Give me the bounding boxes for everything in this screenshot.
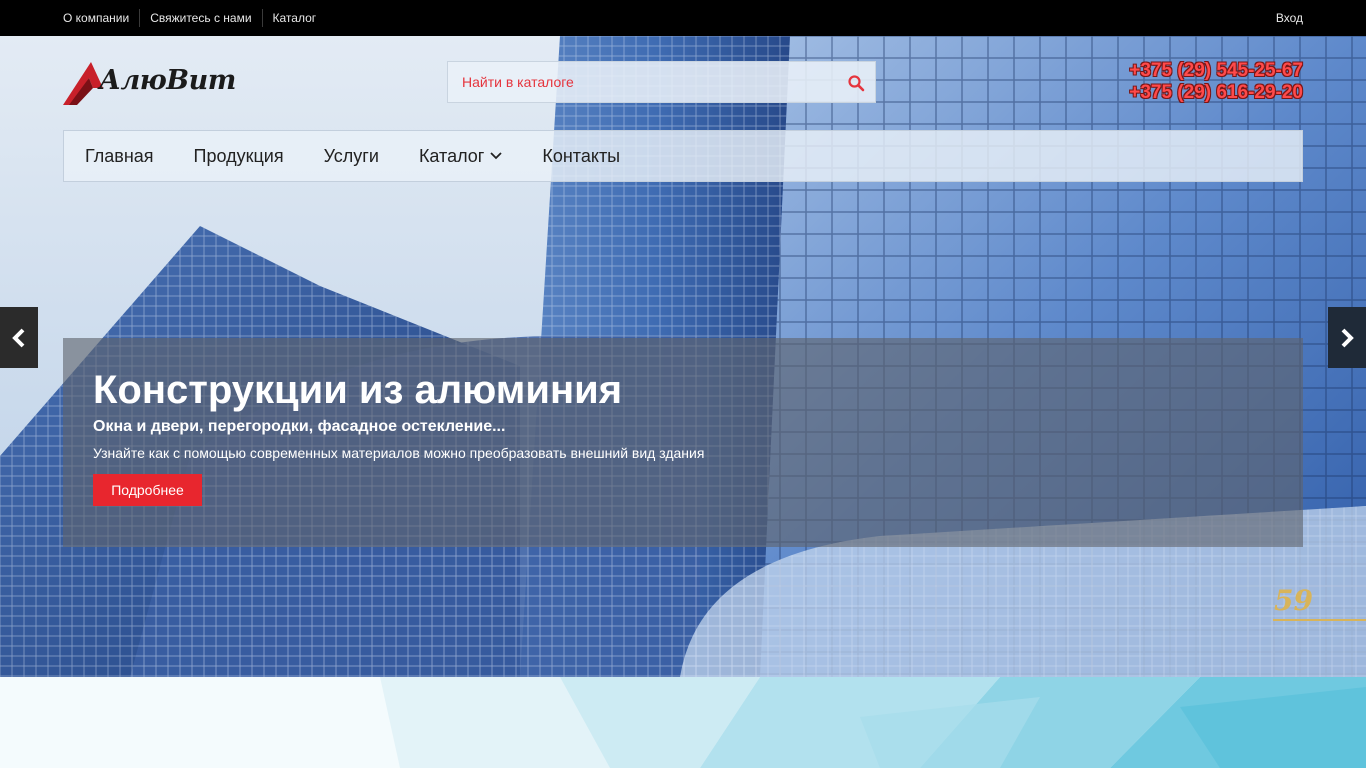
top-link-about[interactable]: О компании — [63, 9, 139, 27]
building-number: 59 — [1274, 584, 1313, 617]
slide-title: Конструкции из алюминия — [93, 368, 623, 412]
phone-numbers: +375 (29) 545-25-67 +375 (29) 616-29-20 — [1129, 60, 1303, 104]
nav-item-products[interactable]: Продукция — [174, 146, 304, 167]
bottom-background — [0, 677, 1366, 768]
search-box — [447, 61, 876, 103]
slide-subtitle: Окна и двери, перегородки, фасадное осте… — [93, 418, 506, 435]
top-link-contact[interactable]: Свяжитесь с нами — [139, 9, 261, 27]
slide-caption: Конструкции из алюминия Окна и двери, пе… — [63, 338, 1303, 547]
nav-item-services[interactable]: Услуги — [304, 146, 399, 167]
hero-slider: АлюВит +375 (29) 545-25-67 +375 (29) 616… — [0, 36, 1366, 677]
top-nav: О компании Свяжитесь с нами Каталог — [63, 0, 326, 36]
slider-next-button[interactable] — [1328, 307, 1366, 368]
chevron-left-icon — [12, 328, 25, 347]
login-link[interactable]: Вход — [1276, 0, 1303, 36]
slider-prev-button[interactable] — [0, 307, 38, 368]
decorative-polygons — [0, 677, 1366, 768]
nav-item-catalog-label: Каталог — [418, 145, 485, 166]
chevron-right-icon — [1341, 328, 1354, 347]
phone-2[interactable]: +375 (29) 616-29-20 — [1129, 82, 1303, 104]
top-bar: О компании Свяжитесь с нами Каталог Вход — [0, 0, 1366, 36]
logo-text: АлюВит — [99, 65, 236, 96]
top-link-catalog[interactable]: Каталог — [261, 9, 327, 27]
nav-item-home[interactable]: Главная — [64, 146, 174, 167]
search-input[interactable] — [448, 62, 828, 102]
chevron-down-icon — [490, 152, 503, 160]
main-nav: Главная Продукция Услуги Каталог Контакт… — [63, 130, 1303, 182]
nav-item-contacts[interactable]: Контакты — [522, 146, 640, 167]
building-number-underline — [1273, 619, 1366, 621]
phone-1[interactable]: +375 (29) 545-25-67 — [1129, 60, 1303, 82]
nav-item-catalog[interactable]: Каталог — [399, 146, 522, 167]
slide-text: Узнайте как с помощью современных матери… — [93, 445, 705, 461]
more-button[interactable]: Подробнее — [93, 474, 202, 506]
search-icon[interactable] — [847, 74, 865, 92]
site-logo[interactable]: АлюВит — [63, 60, 236, 108]
